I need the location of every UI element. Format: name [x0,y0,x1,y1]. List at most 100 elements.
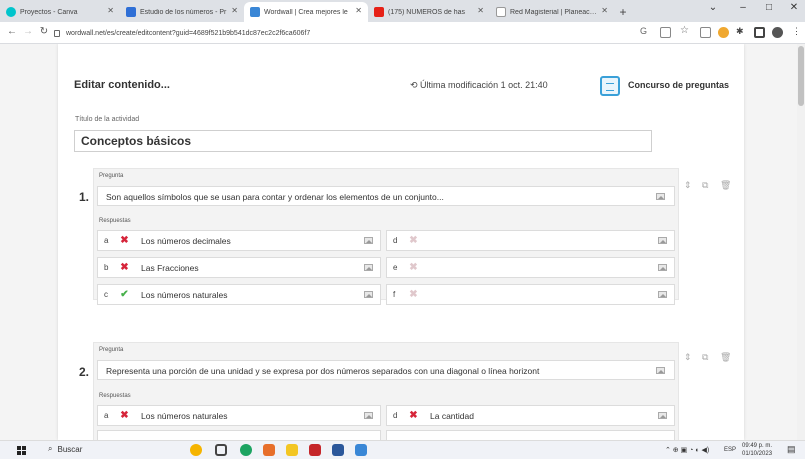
slides-icon [126,7,136,17]
wordwall-icon [250,7,260,17]
answer-row[interactable]: e ✖ [386,257,675,278]
image-icon[interactable] [364,264,373,271]
chrome-icon[interactable] [240,444,252,456]
template-name[interactable]: Concurso de preguntas [628,80,729,90]
question-number: 2. [79,365,90,379]
search-icon: ⌕ [48,444,53,453]
star-icon[interactable]: ☆ [680,25,691,36]
pdf-icon[interactable] [309,444,321,456]
image-icon[interactable] [656,367,665,374]
answer-row[interactable]: f ✖ [386,284,675,305]
delete-icon[interactable]: 🗑 [720,180,731,191]
avatar[interactable] [772,27,783,38]
share-icon[interactable] [660,27,671,38]
reorder-icon[interactable]: ⇕ [684,352,692,363]
canva-icon [6,7,16,17]
answer-row[interactable]: a ✖ Los números naturales [97,405,381,426]
correct-toggle-icon[interactable]: ✔ [118,288,131,301]
scrollbar-thumb[interactable] [798,46,804,106]
taskbar-search[interactable]: ⌕ Buscar [48,444,82,454]
clock-date[interactable]: 01/10/2023 [742,451,772,457]
question-number: 1. [79,190,90,204]
answer-row[interactable] [386,430,675,440]
delete-icon[interactable]: 🗑 [720,352,731,363]
page-viewport: Editar contenido... ⟲ Última modificació… [0,44,805,440]
wrong-toggle-icon[interactable]: ✖ [407,409,420,422]
extension-color-icon[interactable] [718,27,729,38]
image-icon[interactable] [364,237,373,244]
maximize-button[interactable]: □ [761,2,777,13]
tab-search-icon[interactable]: ⌄ [705,2,721,13]
weather-icon[interactable] [190,444,202,456]
back-icon[interactable]: ← [6,26,18,37]
sidepanel-icon[interactable] [754,27,765,38]
tab-youtube[interactable]: (175) NÚMEROS de has ✕ [368,2,490,22]
answer-row[interactable] [97,430,381,440]
new-tab-button[interactable]: + [614,2,632,22]
tab-estudio[interactable]: Estudio de los números - Pr ✕ [120,2,244,22]
close-window-button[interactable]: ✕ [786,2,802,13]
answer-row[interactable]: b ✖ Las Fracciones [97,257,381,278]
question-input[interactable]: Representa una porción de una unidad y s… [97,360,675,380]
lock-icon [54,29,60,37]
app-icon[interactable] [355,444,367,456]
address-bar[interactable]: wordwall.net/es/create/editcontent?guid=… [54,25,604,41]
question-label: Pregunta [99,347,124,353]
notification-icon[interactable]: ▤ [787,444,796,455]
tab-red-magisterial[interactable]: Red Magisterial | Planeacion ✕ [490,2,614,22]
duplicate-icon[interactable]: ⧉ [702,352,708,363]
windows-start-icon[interactable] [17,446,26,455]
close-icon[interactable]: ✕ [477,6,484,15]
task-view-icon[interactable] [215,444,227,456]
wrong-toggle-icon[interactable]: ✖ [118,261,131,274]
empty-toggle-icon[interactable]: ✖ [407,288,420,301]
activity-title-input[interactable]: Conceptos básicos [74,130,652,152]
answer-row[interactable]: a ✖ Los números decimales [97,230,381,251]
answer-row[interactable]: d ✖ [386,230,675,251]
page-title: Editar contenido... [74,79,170,91]
tray-icons[interactable]: ⌃ ⊕ ▣ ◔ ◐ ◀) [665,446,709,454]
last-modified: ⟲ Última modificación 1 oct. 21:40 [410,80,548,90]
image-icon[interactable] [364,291,373,298]
word-icon[interactable] [332,444,344,456]
close-icon[interactable]: ✕ [355,6,362,15]
wrong-toggle-icon[interactable]: ✖ [118,234,131,247]
taskbar: ⌕ Buscar ⌃ ⊕ ▣ ◔ ◐ ◀) ESP 09:49 p. m. 01… [0,440,805,459]
reload-icon[interactable]: ↻ [38,26,50,37]
image-icon[interactable] [656,193,665,200]
menu-icon[interactable]: ⋮ [792,26,803,37]
minimize-button[interactable]: – [735,2,751,13]
forward-icon[interactable]: → [22,26,34,37]
browser-tab-strip: Proyectos - Canva ✕ Estudio de los númer… [0,0,805,22]
language-indicator[interactable]: ESP [724,447,736,453]
empty-toggle-icon[interactable]: ✖ [407,234,420,247]
wrong-toggle-icon[interactable]: ✖ [118,409,131,422]
duplicate-icon[interactable]: ⧉ [702,180,708,191]
reorder-icon[interactable]: ⇕ [684,180,692,191]
extension-icon[interactable] [700,27,711,38]
puzzle-icon[interactable]: ✱ [736,26,747,37]
activity-title-label: Título de la actividad [75,116,140,123]
browser-toolbar: ← → ↻ wordwall.net/es/create/editcontent… [0,22,805,44]
close-icon[interactable]: ✕ [107,6,114,15]
file-explorer-icon[interactable] [286,444,298,456]
question-input[interactable]: Son aquellos símbolos que se usan para c… [97,186,675,206]
firefox-icon[interactable] [263,444,275,456]
image-icon[interactable] [364,412,373,419]
google-icon[interactable]: G [640,26,651,37]
tab-wordwall[interactable]: Wordwall | Crea mejores le ✕ [244,2,368,22]
image-icon[interactable] [658,264,667,271]
clock-time[interactable]: 09:49 p. m. [742,443,772,449]
image-icon[interactable] [658,237,667,244]
answer-row[interactable]: c ✔ Los números naturales [97,284,381,305]
scrollbar[interactable] [797,44,805,440]
answer-row[interactable]: d ✖ La cantidad [386,405,675,426]
close-icon[interactable]: ✕ [601,6,608,15]
empty-toggle-icon[interactable]: ✖ [407,261,420,274]
tab-canva[interactable]: Proyectos - Canva ✕ [0,2,120,22]
close-icon[interactable]: ✕ [231,6,238,15]
image-icon[interactable] [658,291,667,298]
question-label: Pregunta [99,173,124,179]
template-icon[interactable] [600,76,620,96]
image-icon[interactable] [658,412,667,419]
